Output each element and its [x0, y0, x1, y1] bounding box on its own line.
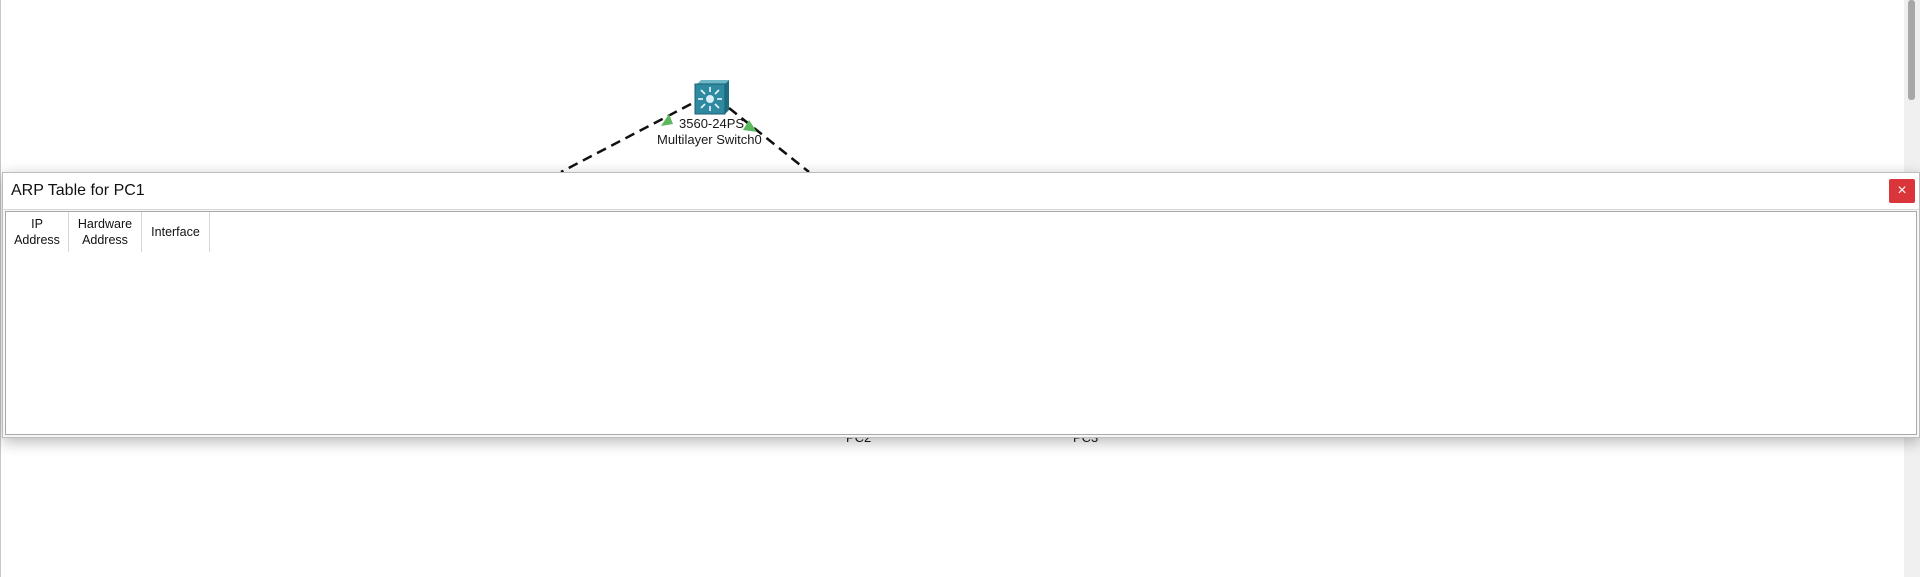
- arp-table: IP Address Hardware Address Interface: [6, 212, 210, 252]
- column-header-ip-address[interactable]: IP Address: [6, 212, 69, 252]
- close-icon[interactable]: ×: [1889, 179, 1915, 203]
- table-header-row: IP Address Hardware Address Interface: [6, 212, 210, 252]
- arp-table-dialog: ARP Table for PC1 × IP Address Hardware …: [2, 172, 1920, 438]
- dialog-title: ARP Table for PC1: [11, 182, 145, 199]
- column-header-label: Address: [14, 233, 60, 247]
- switch-model-label: 3560-24PS: [679, 116, 745, 131]
- arp-table-container: IP Address Hardware Address Interface: [5, 211, 1917, 435]
- multilayer-switch-icon[interactable]: [691, 78, 731, 116]
- column-header-interface[interactable]: Interface: [141, 212, 210, 252]
- column-header-hardware-address[interactable]: Hardware Address: [68, 212, 142, 252]
- column-header-label: Address: [82, 233, 128, 247]
- dialog-titlebar[interactable]: ARP Table for PC1 ×: [3, 173, 1919, 210]
- column-header-label: IP: [31, 217, 43, 231]
- scrollbar-thumb[interactable]: [1908, 0, 1915, 100]
- column-header-label: Interface: [151, 225, 200, 239]
- switch-name-label: Multilayer Switch0: [657, 132, 762, 147]
- column-header-label: Hardware: [77, 217, 133, 231]
